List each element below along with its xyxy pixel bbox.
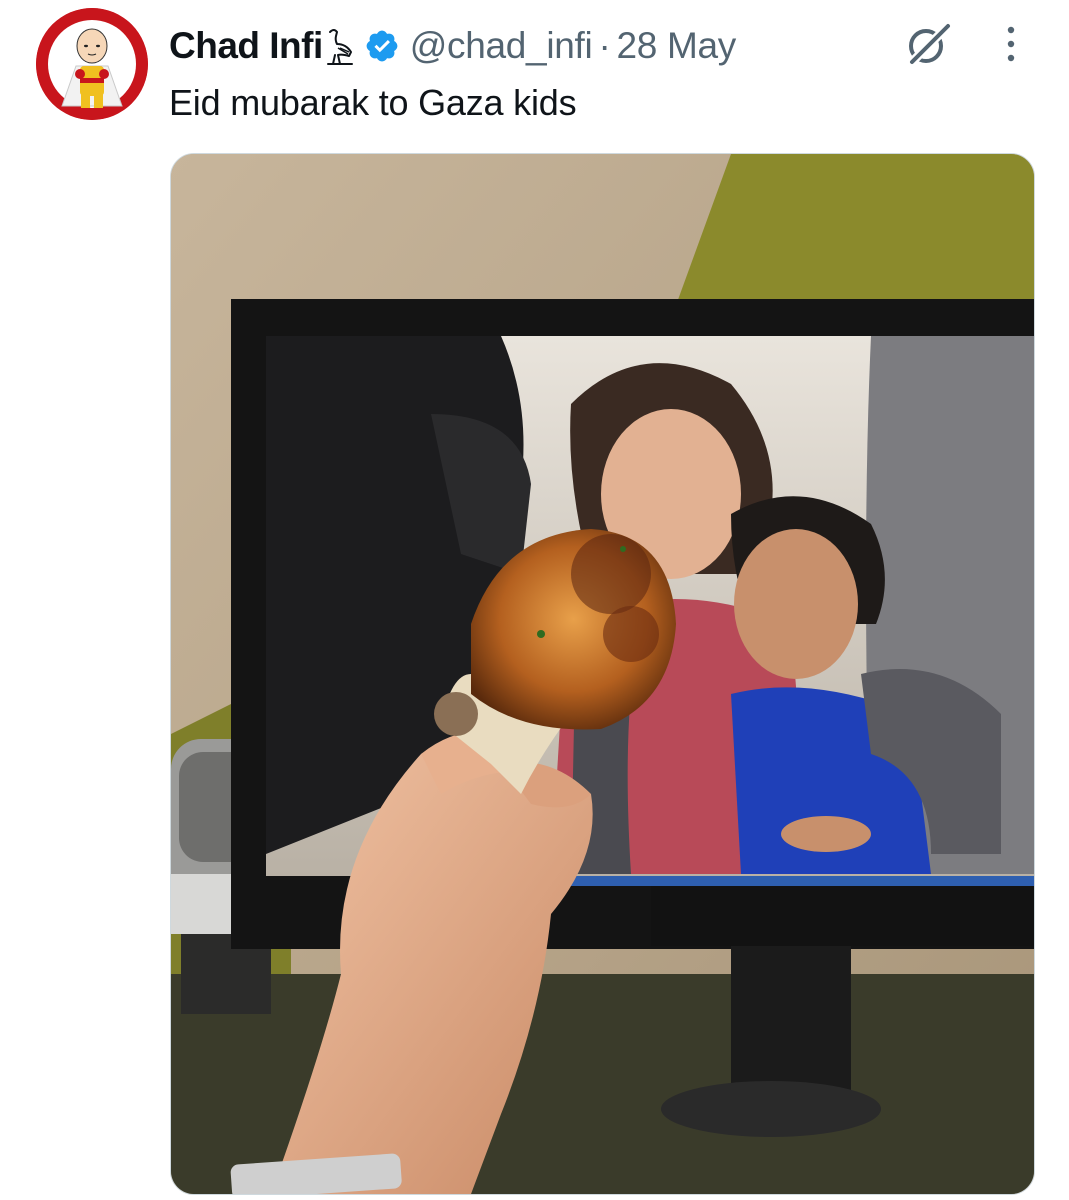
- avatar-cartoon-icon: [36, 8, 148, 120]
- tweet-media-photo[interactable]: [170, 153, 1035, 1195]
- ostrich-hieroglyph-icon: [324, 26, 354, 66]
- tweet-header: Chad Infi @chad_infi · 28 May: [169, 18, 736, 74]
- user-handle[interactable]: @chad_infi: [410, 25, 593, 67]
- photo-hand-holding-chicken-before-monitor: [171, 154, 1034, 1194]
- user-avatar[interactable]: [36, 8, 148, 120]
- more-options-icon[interactable]: [998, 22, 1024, 66]
- tweet[interactable]: Chad Infi @chad_infi · 28 May Eid mubara…: [0, 0, 1069, 1200]
- separator-dot: ·: [598, 25, 611, 66]
- tweet-text: Eid mubarak to Gaza kids: [169, 82, 577, 123]
- timestamp[interactable]: 28 May: [616, 25, 736, 67]
- verified-badge-icon: [366, 30, 398, 62]
- display-name[interactable]: Chad Infi: [169, 25, 323, 67]
- grok-icon[interactable]: [902, 18, 954, 70]
